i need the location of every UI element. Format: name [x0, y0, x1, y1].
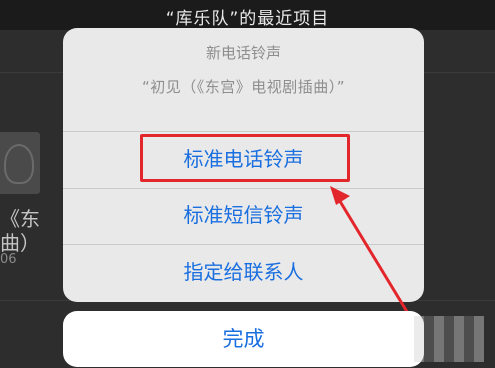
sheet-title: 新电话铃声 [205, 44, 281, 62]
mosaic-watermark [414, 316, 484, 362]
done-button[interactable]: 完成 [63, 311, 424, 367]
sheet-header: 新电话铃声 “初见（《东宫》电视剧插曲）” [63, 28, 424, 138]
sheet-subtitle: “初见（《东宫》电视剧插曲）” [141, 78, 346, 96]
page-title: “库乐队”的最近项目 [165, 9, 330, 29]
standard-text-tone-button[interactable]: 标准短信铃声 [63, 188, 424, 242]
nav-bar: “库乐队”的最近项目 [0, 0, 495, 30]
assign-to-contact-button[interactable]: 指定给联系人 [63, 245, 424, 299]
list-item-meta: 06 [0, 252, 17, 267]
music-note-icon [0, 132, 40, 194]
annotation-highlight-box [140, 134, 350, 182]
